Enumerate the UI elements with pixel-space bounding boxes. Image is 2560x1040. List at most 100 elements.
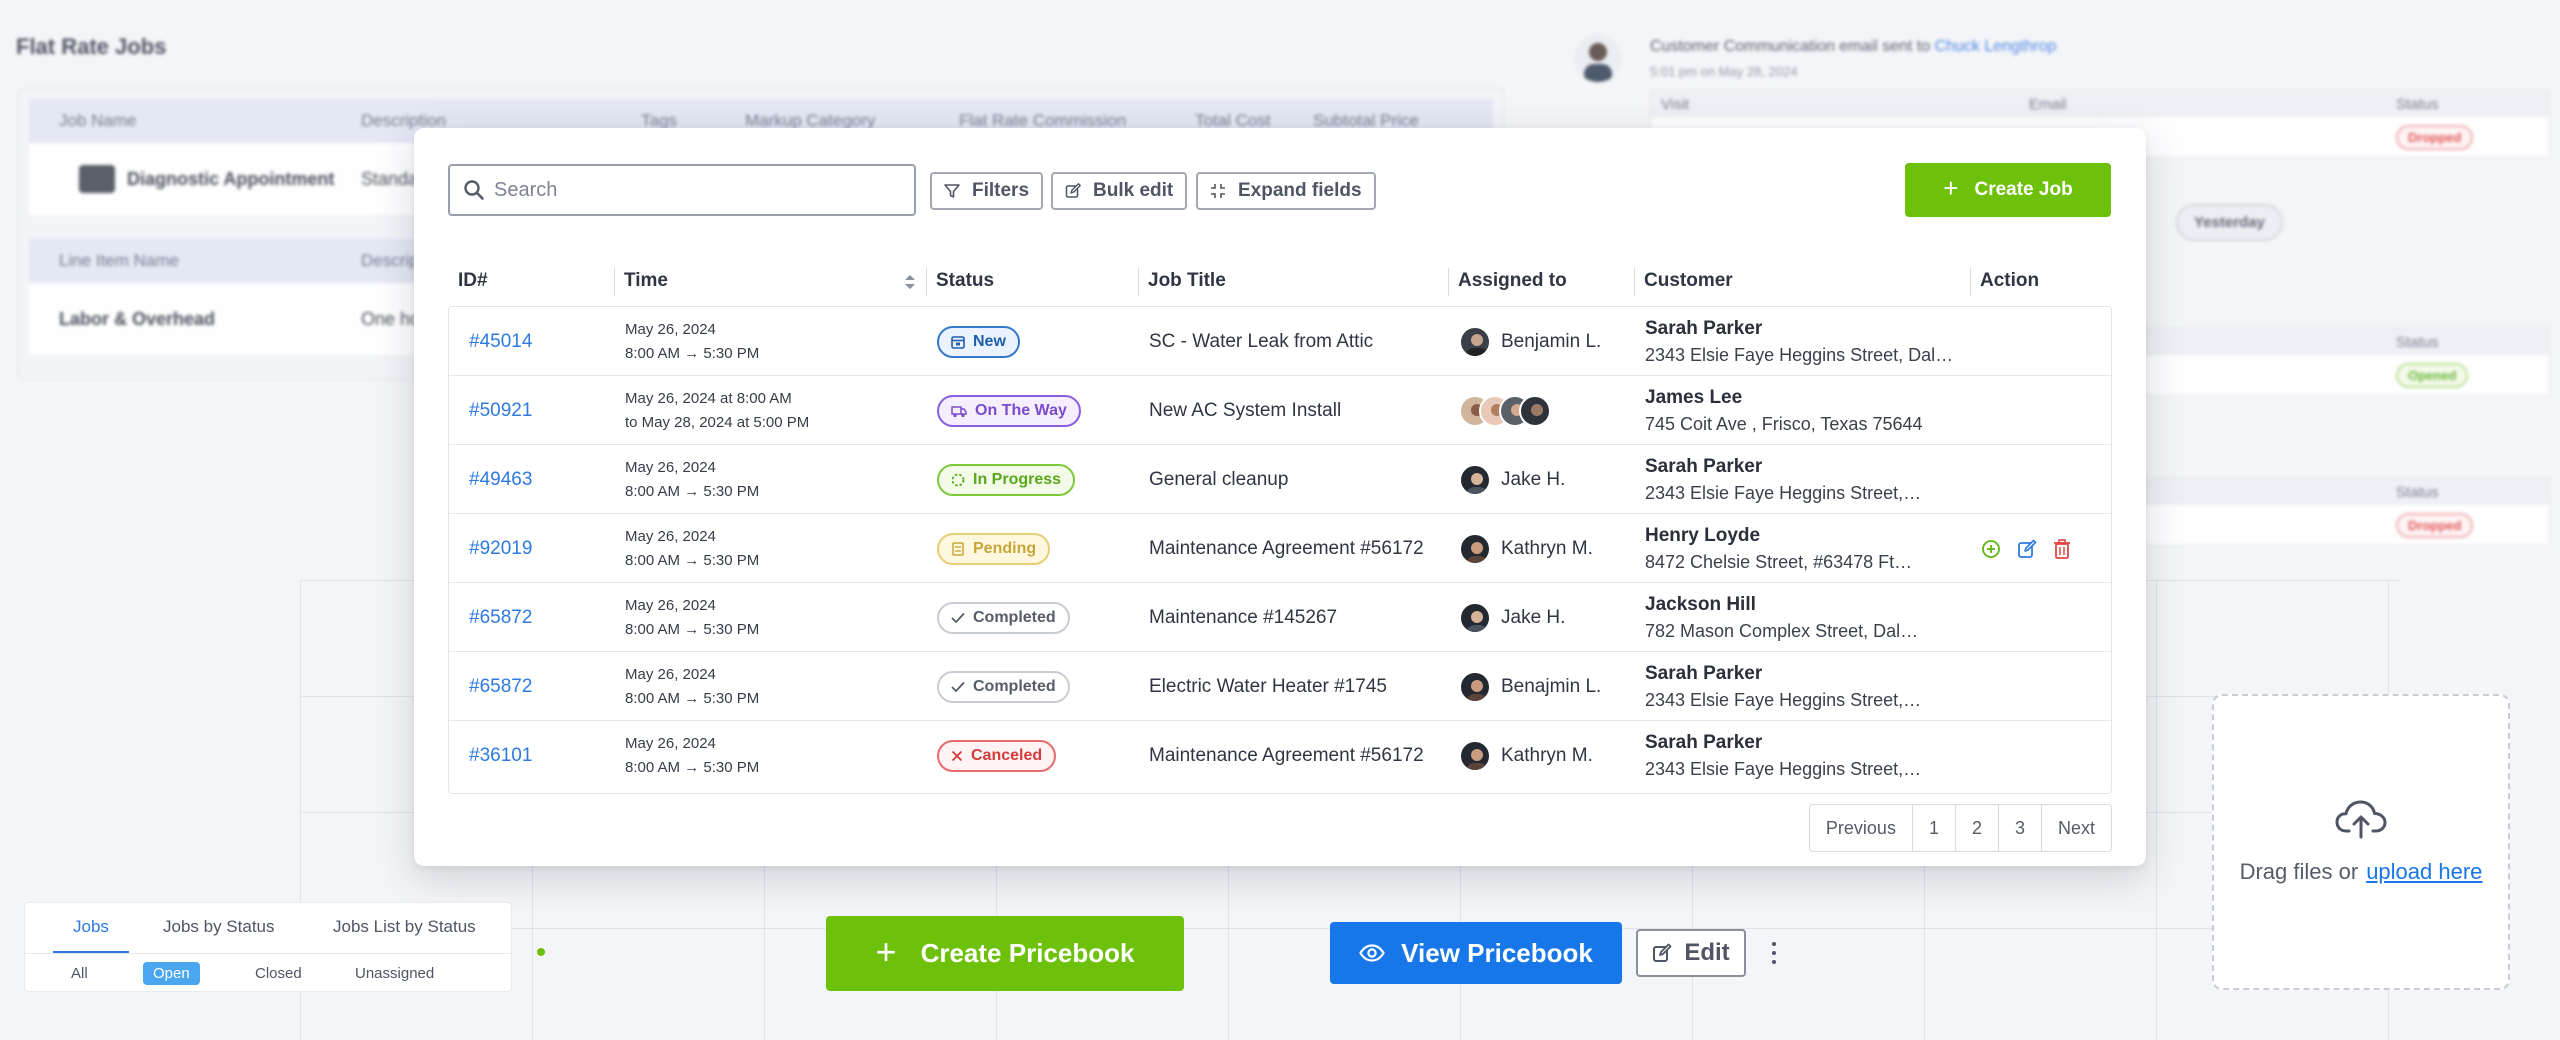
expand-icon [1211,184,1225,198]
table-row[interactable]: #50921 May 26, 2024 at 8:00 AM to May 28,… [449,376,2111,445]
search-input[interactable] [494,178,894,202]
filter-all[interactable]: All [71,965,88,982]
col-id-label: ID# [458,270,488,291]
search-field[interactable] [448,164,916,216]
col-job-name: Job Name [59,111,137,130]
customer-address: 2343 Elsie Faye Heggins Street,… [1645,758,1922,779]
col-assigned[interactable]: Assigned to [1448,256,1634,306]
more-options-icon[interactable] [1766,938,1782,968]
filter-unassigned[interactable]: Unassigned [355,965,434,982]
create-pricebook-label: Create Pricebook [920,938,1135,968]
status-badge: Dropped [2396,125,2474,150]
col-time-label: Time [624,270,669,291]
edit-icon [1653,943,1672,962]
upload-link[interactable]: upload here [2366,859,2482,884]
status-badge: Completed [937,601,1070,634]
job-date: May 26, 2024 at 8:00 AM [625,389,792,407]
status-badge: Opened [2396,363,2469,388]
assignee-name: Jake H. [1501,606,1566,628]
col-status[interactable]: Status [926,256,1138,306]
job-date: May 26, 2024 [625,734,716,752]
customer-name: Sarah Parker [1645,662,1763,684]
truck-icon [951,405,967,417]
page-1-button[interactable]: 1 [1912,805,1956,851]
date-divider: Yesterday [2176,204,2283,241]
customer-link[interactable]: Chuck Lengthrop [1935,38,2057,55]
feed-table-header: Visit Email Status [1651,91,2549,117]
status-badge: Canceled [937,739,1057,772]
table-row[interactable]: #36101 May 26, 2024 8:00 AM → 5:30 PM Can… [449,721,2111,790]
upload-dropzone[interactable]: Drag files or upload here [2212,694,2510,990]
check-icon [951,681,965,692]
job-id-link[interactable]: #65872 [469,676,532,698]
col-time[interactable]: Time [614,256,926,306]
status-label: Pending [973,539,1037,557]
eye-icon [1359,944,1385,962]
job-date: May 26, 2024 [625,596,716,614]
status-badge: New [937,325,1020,358]
job-id-link[interactable]: #36101 [469,745,532,767]
trash-icon[interactable] [2053,538,2071,559]
job-date: May 26, 2024 [625,320,716,338]
row-name: Diagnostic Appointment [127,168,335,189]
bulk-edit-label: Bulk edit [1093,180,1174,201]
table-row[interactable]: #92019 May 26, 2024 8:00 AM → 5:30 PM Pen… [449,514,2111,583]
toolbox-icon [79,165,115,193]
job-id-link[interactable]: #65872 [469,607,532,629]
avatar [1574,34,1622,82]
customer-name: James Lee [1645,386,1743,408]
sort-icon[interactable] [904,274,916,290]
col-job-title[interactable]: Job Title [1138,256,1448,306]
job-title: New AC System Install [1149,399,1342,421]
customer-address: 8472 Chelsie Street, #63478 Ft… [1645,551,1913,572]
add-icon[interactable] [1981,539,2001,559]
table-header: ID# Time Status Job Title Assigned to Cu… [448,256,2112,306]
tab-jobs-by-status[interactable]: Jobs by Status [163,917,275,937]
tab-jobs[interactable]: Jobs [73,917,109,937]
view-pricebook-button[interactable]: View Pricebook [1330,922,1622,984]
next-button[interactable]: Next [2041,805,2111,851]
status-badge: Dropped [2396,513,2474,538]
col-line-item: Line Item Name [59,251,179,270]
page-2-button[interactable]: 2 [1955,805,1999,851]
customer-name: Sarah Parker [1645,455,1763,477]
col-status: Status [2396,96,2439,113]
page-3-button[interactable]: 3 [1998,805,2042,851]
filter-open[interactable]: Open [143,962,200,985]
avatar [1459,739,1491,772]
assignee-name: Kathryn M. [1501,744,1593,766]
customer-name: Henry Loyde [1645,524,1761,546]
create-job-button[interactable]: + Create Job [1905,163,2111,217]
table-row[interactable]: #45014 May 26, 2024 8:00 AM → 5:30 PM New… [449,307,2111,376]
edit-button[interactable]: Edit [1636,929,1746,977]
pagination: Previous 1 2 3 Next [1808,804,2112,852]
col-customer-label: Customer [1644,270,1733,291]
filters-button[interactable]: Filters [930,172,1044,210]
job-id-link[interactable]: #45014 [469,331,532,353]
col-assigned-label: Assigned to [1458,270,1567,291]
assignee-name: Benjamin L. [1501,330,1602,352]
job-id-link[interactable]: #50921 [469,400,532,422]
edit-icon[interactable] [2017,539,2037,559]
job-date: May 26, 2024 [625,665,716,683]
status-label: On The Way [975,401,1067,419]
feed-timestamp: 5:01 pm on May 28, 2024 [1650,64,1798,79]
filter-closed[interactable]: Closed [255,965,302,982]
check-icon [951,612,965,623]
job-id-link[interactable]: #92019 [469,538,532,560]
job-time-range: 8:00 AM → 5:30 PM [625,482,760,500]
tab-jobs-list-by-status[interactable]: Jobs List by Status [333,917,476,937]
expand-fields-label: Expand fields [1238,180,1362,201]
table-row[interactable]: #49463 May 26, 2024 8:00 AM → 5:30 PM In … [449,445,2111,514]
job-title: Maintenance Agreement #56172 [1149,537,1424,559]
expand-fields-button[interactable]: Expand fields [1196,172,1376,210]
previous-button[interactable]: Previous [1809,805,1913,851]
table-row[interactable]: #65872 May 26, 2024 8:00 AM → 5:30 PM Com… [449,652,2111,721]
col-id[interactable]: ID# [448,256,614,306]
job-id-link[interactable]: #49463 [469,469,532,491]
col-customer[interactable]: Customer [1634,256,1970,306]
avatar [1459,463,1491,496]
bulk-edit-button[interactable]: Bulk edit [1051,172,1188,210]
table-row[interactable]: #65872 May 26, 2024 8:00 AM → 5:30 PM Com… [449,583,2111,652]
create-pricebook-button[interactable]: + Create Pricebook [826,916,1184,991]
